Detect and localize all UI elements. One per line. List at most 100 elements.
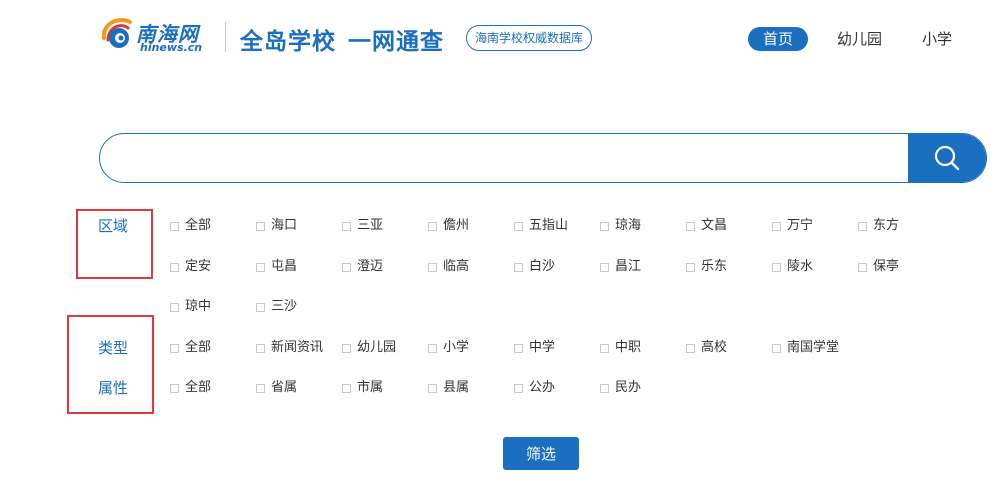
site-title-part-2: 一网通查	[348, 29, 444, 55]
region-option[interactable]: 澄迈	[342, 257, 383, 277]
attr-option[interactable]: 县属	[428, 378, 469, 398]
search-button[interactable]	[908, 134, 986, 182]
region-option[interactable]: 乐东	[686, 257, 727, 277]
region-option[interactable]: 万宁	[772, 216, 813, 236]
attr-option[interactable]: 全部	[170, 378, 211, 398]
site-logo[interactable]: 南海网 hinews.cn	[98, 10, 214, 56]
site-title-part-1: 全岛学校	[240, 29, 336, 55]
type-option[interactable]: 中职	[600, 338, 641, 358]
region-option-label: 海口	[271, 218, 298, 233]
checkbox[interactable]	[256, 302, 265, 312]
checkbox[interactable]	[858, 221, 867, 231]
checkbox[interactable]	[772, 262, 781, 272]
filter-label-type: 类型	[98, 339, 129, 357]
checkbox[interactable]	[342, 383, 351, 393]
region-option[interactable]: 三沙	[256, 297, 297, 317]
type-option[interactable]: 南国学堂	[772, 338, 839, 358]
region-option[interactable]: 五指山	[514, 216, 568, 236]
checkbox[interactable]	[256, 343, 265, 353]
nav-primary-school[interactable]: 小学	[922, 27, 952, 51]
checkbox[interactable]	[342, 221, 351, 231]
database-badge: 海南学校权威数据库	[466, 25, 593, 51]
search-bar	[99, 133, 987, 183]
checkbox[interactable]	[170, 302, 179, 312]
checkbox[interactable]	[256, 262, 265, 272]
checkbox[interactable]	[428, 262, 437, 272]
region-option-label: 定安	[185, 259, 212, 274]
region-option-label: 乐东	[701, 259, 728, 274]
region-option-label: 儋州	[443, 218, 470, 233]
checkbox[interactable]	[600, 221, 609, 231]
region-option[interactable]: 琼中	[170, 297, 211, 317]
type-option-label: 中学	[529, 340, 556, 355]
swirl-logo-icon	[101, 18, 132, 48]
header-divider	[225, 22, 226, 52]
type-option[interactable]: 高校	[686, 338, 727, 358]
region-option-label: 琼中	[185, 299, 212, 314]
region-option-label: 陵水	[787, 259, 814, 274]
checkbox[interactable]	[256, 221, 265, 231]
attr-option[interactable]: 省属	[256, 378, 297, 398]
region-option[interactable]: 白沙	[514, 257, 555, 277]
region-option[interactable]: 临高	[428, 257, 469, 277]
search-input[interactable]	[100, 134, 910, 182]
checkbox[interactable]	[514, 221, 523, 231]
type-option[interactable]: 新闻资讯	[256, 338, 323, 358]
region-option-label: 东方	[873, 218, 900, 233]
region-option[interactable]: 三亚	[342, 216, 383, 236]
checkbox[interactable]	[600, 383, 609, 393]
checkbox[interactable]	[428, 221, 437, 231]
region-option[interactable]: 陵水	[772, 257, 813, 277]
type-attr-label-highlight	[67, 315, 154, 414]
checkbox[interactable]	[772, 221, 781, 231]
attr-option[interactable]: 公办	[514, 378, 555, 398]
region-option[interactable]: 文昌	[686, 216, 727, 236]
region-option[interactable]: 定安	[170, 257, 211, 277]
region-option[interactable]: 东方	[858, 216, 899, 236]
checkbox[interactable]	[600, 262, 609, 272]
filter-button[interactable]: 筛选	[503, 437, 579, 470]
logo-domain: hinews.cn	[140, 41, 203, 54]
checkbox[interactable]	[428, 343, 437, 353]
region-option-label: 澄迈	[357, 259, 384, 274]
checkbox[interactable]	[428, 383, 437, 393]
checkbox[interactable]	[772, 343, 781, 353]
type-option-label: 幼儿园	[357, 340, 397, 355]
region-option[interactable]: 保亭	[858, 257, 899, 277]
checkbox[interactable]	[514, 383, 523, 393]
region-option[interactable]: 琼海	[600, 216, 641, 236]
region-option[interactable]: 屯昌	[256, 257, 297, 277]
checkbox[interactable]	[170, 343, 179, 353]
checkbox[interactable]	[600, 343, 609, 353]
type-option[interactable]: 中学	[514, 338, 555, 358]
checkbox[interactable]	[256, 383, 265, 393]
type-option[interactable]: 小学	[428, 338, 469, 358]
type-option[interactable]: 幼儿园	[342, 338, 396, 358]
type-option[interactable]: 全部	[170, 338, 211, 358]
region-option[interactable]: 全部	[170, 216, 211, 236]
attr-option-label: 省属	[271, 380, 298, 395]
search-icon	[934, 145, 960, 171]
checkbox[interactable]	[170, 221, 179, 231]
attr-option[interactable]: 市属	[342, 378, 383, 398]
region-option[interactable]: 昌江	[600, 257, 641, 277]
checkbox[interactable]	[514, 262, 523, 272]
checkbox[interactable]	[686, 221, 695, 231]
checkbox[interactable]	[342, 262, 351, 272]
attr-option[interactable]: 民办	[600, 378, 641, 398]
region-option[interactable]: 海口	[256, 216, 297, 236]
region-option-label: 昌江	[615, 259, 642, 274]
checkbox[interactable]	[858, 262, 867, 272]
checkbox[interactable]	[170, 383, 179, 393]
checkbox[interactable]	[514, 343, 523, 353]
region-option[interactable]: 儋州	[428, 216, 469, 236]
region-option-label: 三亚	[357, 218, 384, 233]
checkbox[interactable]	[686, 343, 695, 353]
checkbox[interactable]	[170, 262, 179, 272]
attr-option-label: 民办	[615, 380, 642, 395]
checkbox[interactable]	[686, 262, 695, 272]
checkbox[interactable]	[342, 343, 351, 353]
nav-kindergarten[interactable]: 幼儿园	[837, 27, 882, 51]
site-title: 全岛学校 一网通查	[240, 22, 444, 56]
nav-home[interactable]: 首页	[748, 27, 808, 51]
